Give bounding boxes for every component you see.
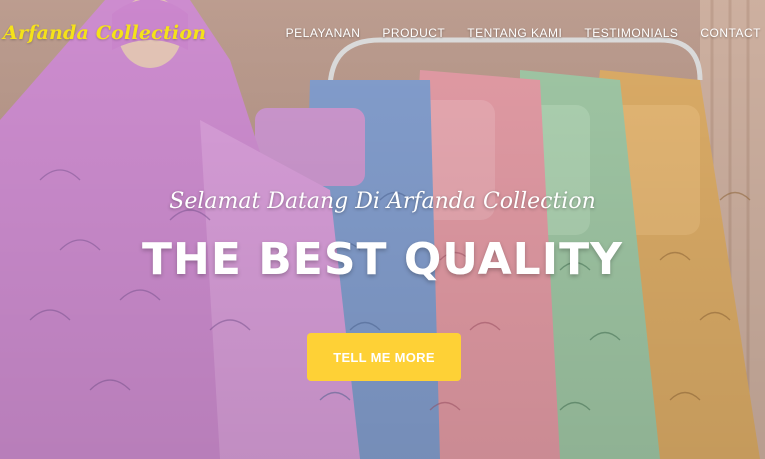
hero-heading: THE BEST QUALITY [142, 234, 623, 285]
tell-me-more-button[interactable]: TELL ME MORE [307, 333, 461, 381]
brand-logo[interactable]: Arfanda Collection [3, 22, 206, 44]
nav-item-pelayanan[interactable]: PELAYANAN [286, 26, 361, 40]
nav-item-product[interactable]: PRODUCT [382, 26, 445, 40]
top-navbar: Arfanda Collection PELAYANAN PRODUCT TEN… [0, 0, 765, 66]
nav-item-testimonials[interactable]: TESTIMONIALS [584, 26, 678, 40]
nav-item-contact[interactable]: CONTACT [700, 26, 761, 40]
nav-menu: PELAYANAN PRODUCT TENTANG KAMI TESTIMONI… [264, 26, 761, 40]
hero-subheading: Selamat Datang Di Arfanda Collection [169, 189, 596, 214]
hero-background-image [0, 0, 765, 459]
hero-section: Arfanda Collection PELAYANAN PRODUCT TEN… [0, 0, 765, 459]
nav-item-tentang-kami[interactable]: TENTANG KAMI [467, 26, 562, 40]
